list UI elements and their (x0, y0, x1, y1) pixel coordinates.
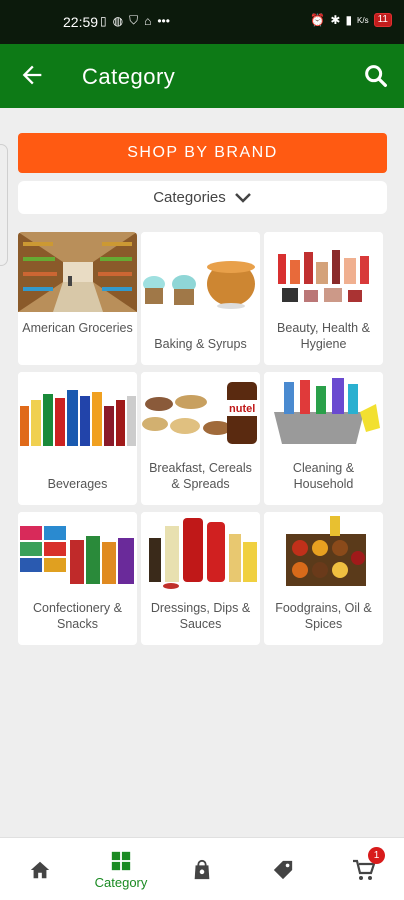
cosmetics-image (264, 232, 383, 312)
chevron-down-icon (234, 192, 251, 203)
nav-shop[interactable] (162, 838, 242, 900)
shield-icon: ⛉ (129, 13, 139, 27)
side-drawer-handle[interactable] (0, 144, 8, 266)
nav-offers[interactable] (243, 838, 323, 900)
bottom-navigation: Category 1 (0, 837, 404, 900)
status-bar: 22:59 ▯ ◍ ⛉ ⌂ ••• ⏰ ✱ ▮ K/s 11 (0, 0, 404, 44)
nav-home[interactable] (0, 838, 80, 900)
signal-icon: ▮ (345, 13, 353, 27)
grocery-aisle-image (18, 232, 137, 312)
search-icon[interactable] (362, 62, 390, 90)
cart-count-badge: 1 (368, 847, 385, 864)
category-label: Beauty, Health & Hygiene (277, 321, 370, 351)
app-bar: Category (0, 44, 404, 108)
category-grid: American Groceries Baking & Syrups Beaut… (18, 232, 383, 645)
drink-bottles-image (18, 372, 137, 452)
shop-by-brand-button[interactable]: SHOP BY BRAND (18, 133, 387, 173)
category-tile[interactable]: Dressings, Dips & Sauces (141, 512, 260, 645)
cereal-bowls-image: nutel (141, 372, 260, 452)
category-tile[interactable]: Beauty, Health & Hygiene (264, 232, 383, 365)
status-time: 22:59 (63, 14, 99, 30)
back-arrow-icon[interactable] (18, 61, 46, 89)
shirt-icon: ⌂ (144, 13, 152, 28)
sauce-bottles-image (141, 512, 260, 592)
category-label: Baking & Syrups (154, 337, 247, 351)
category-tile[interactable]: Baking & Syrups (141, 232, 260, 365)
category-tile[interactable]: Cleaning & Household (264, 372, 383, 505)
category-tile[interactable]: nutel Breakfast, Cereals & Spreads (141, 372, 260, 505)
svg-text:nutel: nutel (229, 403, 255, 415)
categories-dropdown-label: Categories (153, 189, 226, 206)
more-dots-icon: ••• (157, 13, 170, 28)
category-label: Breakfast, Cereals & Spreads (149, 461, 252, 491)
category-label: American Groceries (22, 321, 133, 335)
cleaning-supplies-image (264, 372, 383, 452)
category-grid-icon (111, 851, 131, 870)
shopping-bag-icon (194, 859, 210, 879)
bluetooth-icon: ✱ (330, 13, 341, 27)
tag-icon (273, 860, 293, 879)
category-label: Confectionery & Snacks (33, 601, 122, 631)
nav-category[interactable]: Category (81, 838, 161, 900)
categories-dropdown[interactable]: Categories (18, 181, 387, 214)
category-tile[interactable]: Beverages (18, 372, 137, 505)
speed-unit: K/s (357, 15, 369, 25)
category-tile[interactable]: Confectionery & Snacks (18, 512, 137, 645)
category-label: Cleaning & Household (292, 461, 355, 491)
snack-packs-image (18, 512, 137, 592)
system-icons: ⏰ ✱ ▮ K/s 11 (310, 13, 392, 27)
category-label: Foodgrains, Oil & Spices (275, 601, 372, 631)
cupcakes-syrup-image (141, 232, 260, 312)
battery-icon: 11 (373, 13, 392, 27)
home-icon (30, 861, 50, 878)
nav-category-label: Category (94, 874, 148, 890)
nav-cart[interactable]: 1 (324, 838, 404, 900)
category-label: Beverages (47, 477, 108, 491)
category-tile[interactable]: American Groceries (18, 232, 137, 365)
notification-icons: ▯ ◍ ⛉ ⌂ ••• (100, 13, 170, 28)
category-label: Dressings, Dips & Sauces (150, 601, 251, 631)
messenger-icon: ◍ (112, 13, 124, 28)
sim-icon: ▯ (100, 13, 107, 28)
category-tile[interactable]: Foodgrains, Oil & Spices (264, 512, 383, 645)
alarm-icon: ⏰ (310, 13, 326, 27)
page-title: Category (82, 64, 176, 89)
spice-bowls-image (264, 512, 383, 592)
